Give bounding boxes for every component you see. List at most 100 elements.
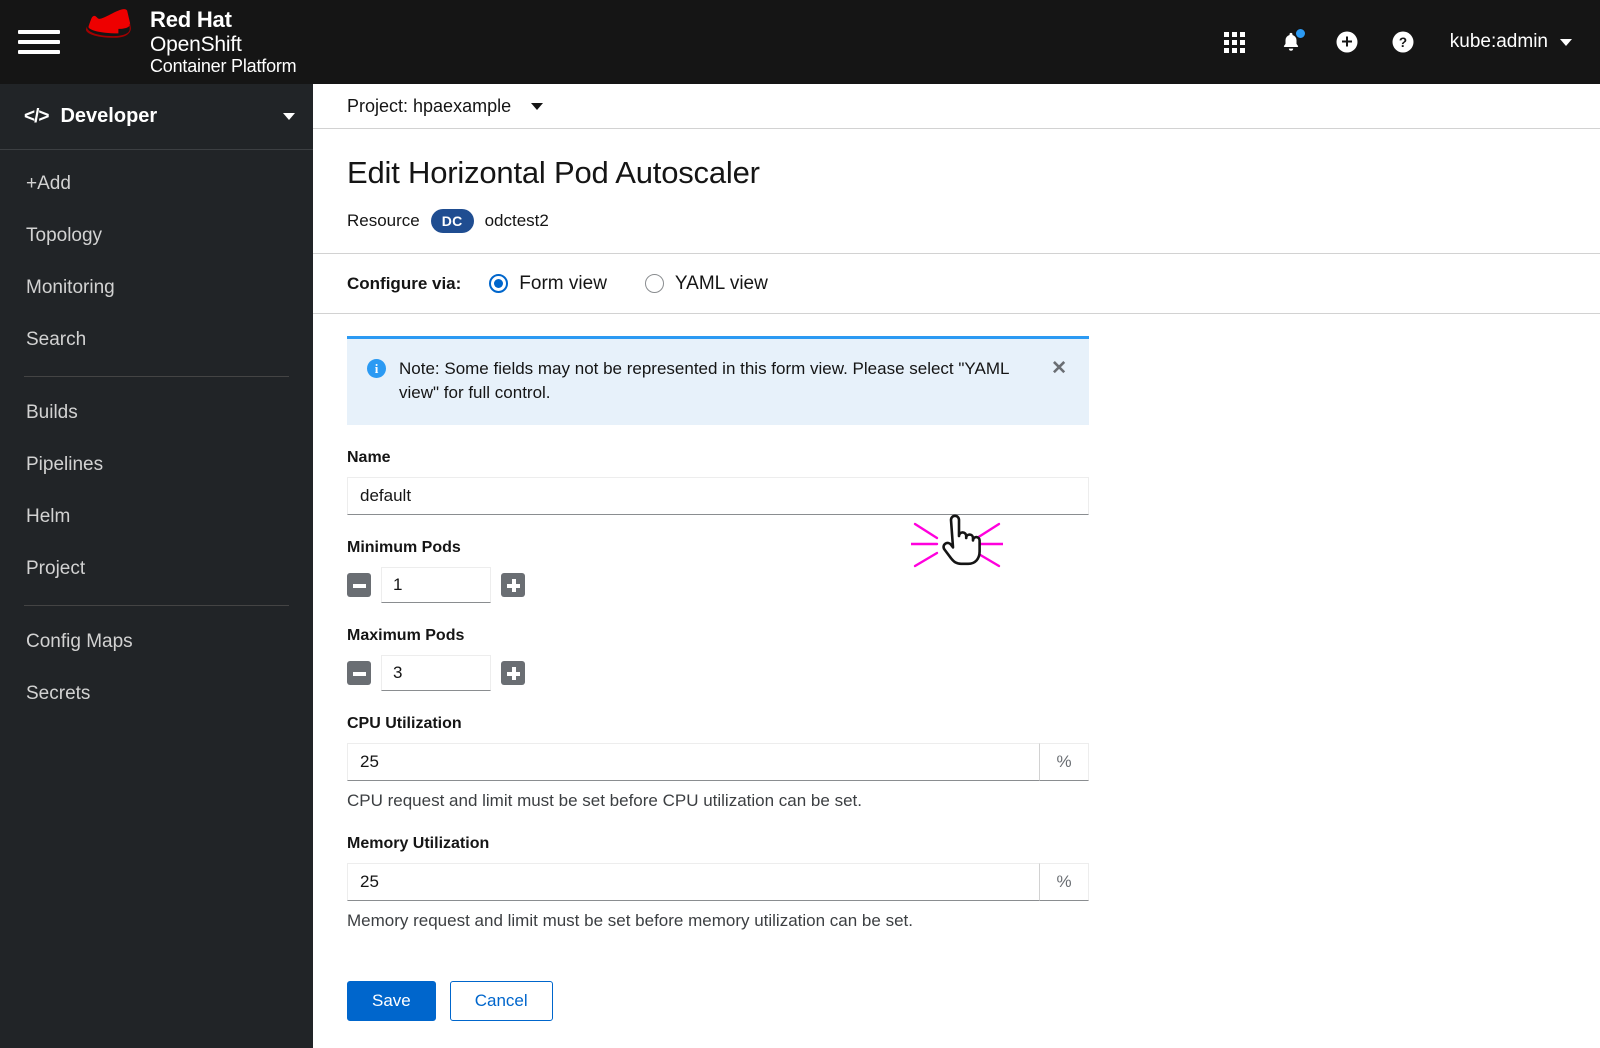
brand-line-1: Red Hat [150,7,232,33]
brand-line-2: OpenShift [150,32,242,56]
configure-via-row: Configure via: Form view YAML view [313,254,1600,568]
main-content: Project: hpaexample Edit Horizontal Pod … [313,84,1600,1048]
form-actions: Save Cancel [347,981,1566,1048]
sidebar-item-builds[interactable]: Builds [0,387,313,439]
masthead: Red Hat OpenShift Container Platform ? k… [0,0,1600,84]
sidebar-item-search[interactable]: Search [0,314,313,366]
perspective-switcher[interactable]: </> Developer [0,84,313,150]
field-minimum-pods: Minimum Pods [347,539,1566,604]
minimum-pods-label: Minimum Pods [347,539,461,557]
plus-icon [506,666,520,680]
radio-form-view-label: Form view [519,272,607,294]
sidebar-item-config-maps[interactable]: Config Maps [0,616,313,668]
brand-line-3: Container Platform [150,56,297,77]
cpu-utilization-input-group: % [347,743,1089,782]
resource-line: Resource DC odctest2 [347,209,1566,233]
plus-circle-icon[interactable] [1332,27,1362,57]
info-icon: i [367,359,386,378]
field-maximum-pods: Maximum Pods [347,627,1566,692]
sidebar-item-label: Helm [26,506,71,527]
sidebar-item-label: Builds [26,402,78,423]
minimum-pods-increment-button[interactable] [501,573,525,598]
chevron-down-icon[interactable] [531,102,544,110]
help-circle-icon[interactable]: ? [1388,27,1418,57]
svg-text:?: ? [1399,35,1407,50]
perspective-label: Developer [60,105,158,127]
sidebar-item-label: Pipelines [26,454,104,475]
radio-form-view[interactable]: Form view [489,273,607,295]
user-menu[interactable]: kube:admin [1450,31,1572,53]
sidebar-item-topology[interactable]: Topology [0,210,313,262]
code-brackets-icon: </> [24,105,50,127]
resource-name: odctest2 [484,211,549,230]
close-icon[interactable]: ✕ [1049,357,1069,380]
sidebar-item-add[interactable]: +Add [0,158,313,210]
resource-label: Resource [347,211,420,230]
name-label: Name [347,449,391,467]
maximum-pods-stepper [347,655,1566,692]
minimum-pods-input[interactable] [381,567,491,604]
form-view-info-alert: i Note: Some fields may not be represent… [347,336,1089,426]
plus-circle-glyph [1336,31,1358,53]
cpu-utilization-help: CPU request and limit must be set before… [347,791,862,811]
resource-kind-badge: DC [430,209,474,233]
cpu-utilization-input[interactable] [347,743,1039,782]
sidebar-item-helm[interactable]: Helm [0,491,313,543]
red-hat-logo-icon [86,9,131,39]
sidebar-item-project[interactable]: Project [0,543,313,595]
radio-yaml-view[interactable]: YAML view [644,272,768,295]
save-button[interactable]: Save [347,981,436,1022]
menu-toggle-icon[interactable] [18,30,62,54]
project-selector-label[interactable]: Project: hpaexample [347,96,511,117]
maximum-pods-label: Maximum Pods [347,627,465,645]
memory-percent-addon: % [1039,863,1089,902]
hpa-form: i Note: Some fields may not be represent… [313,336,1600,1048]
radio-unselected-icon [644,274,664,293]
name-input[interactable] [347,477,1089,516]
question-circle-glyph: ? [1392,31,1414,53]
minimum-pods-stepper [347,567,1566,604]
sidebar-item-label: Search [26,329,87,350]
sidebar-nav: +Add Topology Monitoring Search Builds P… [0,150,313,720]
sidebar: </> Developer +Add Topology Monitoring S… [0,84,313,1048]
sidebar-item-label: Project [26,558,86,579]
memory-utilization-help: Memory request and limit must be set bef… [347,911,913,931]
cpu-utilization-label: CPU Utilization [347,715,462,733]
field-memory-utilization: Memory Utilization % Memory request and … [347,835,1566,931]
sidebar-item-secrets[interactable]: Secrets [0,668,313,720]
page-title: Edit Horizontal Pod Autoscaler [347,155,760,190]
memory-utilization-input[interactable] [347,863,1039,902]
sidebar-item-pipelines[interactable]: Pipelines [0,439,313,491]
masthead-toolbar: ? kube:admin [1220,27,1600,57]
chevron-down-icon [1560,38,1572,46]
sidebar-item-label: Monitoring [26,277,115,298]
plus-icon [506,578,520,592]
minimum-pods-decrement-button[interactable] [347,573,371,598]
cancel-button[interactable]: Cancel [449,981,553,1022]
maximum-pods-input[interactable] [381,655,491,692]
notification-bell-icon[interactable] [1276,27,1306,57]
notification-badge [1294,28,1306,39]
memory-utilization-input-group: % [347,863,1089,902]
sidebar-item-monitoring[interactable]: Monitoring [0,262,313,314]
sidebar-divider [24,605,289,606]
brand-logo[interactable]: Red Hat OpenShift Container Platform [86,7,297,77]
sidebar-item-label: Secrets [26,683,91,704]
memory-utilization-label: Memory Utilization [347,835,490,853]
app-launcher-icon[interactable] [1220,27,1250,57]
page-header: Edit Horizontal Pod Autoscaler Resource … [313,129,1600,254]
sidebar-divider [24,376,289,377]
maximum-pods-decrement-button[interactable] [347,661,371,686]
brand-text: Red Hat OpenShift Container Platform [150,7,297,77]
alert-message: Note: Some fields may not be represented… [399,359,1009,403]
radio-selected-icon [489,274,509,293]
maximum-pods-increment-button[interactable] [501,661,525,686]
field-name: Name [347,449,1566,516]
project-bar: Project: hpaexample [313,84,1600,129]
radio-yaml-view-label: YAML view [674,272,768,294]
minus-icon [352,667,366,680]
minus-icon [352,579,366,592]
openshift-console: Red Hat OpenShift Container Platform ? k… [0,0,1600,1048]
field-cpu-utilization: CPU Utilization % CPU request and limit … [347,715,1566,811]
chevron-down-icon [283,113,295,120]
